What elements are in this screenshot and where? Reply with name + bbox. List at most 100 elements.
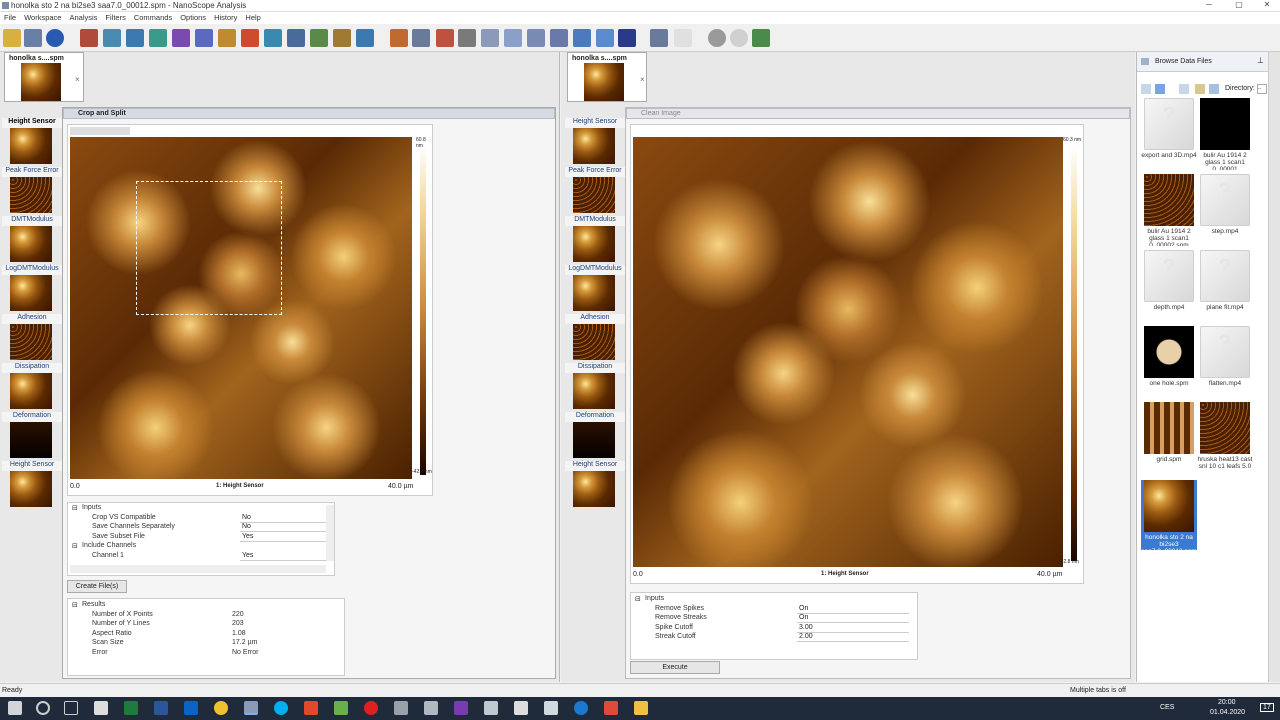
menu-file[interactable]: File <box>0 12 20 24</box>
image-mini-toolbar[interactable] <box>70 127 130 135</box>
save-icon[interactable] <box>24 29 42 47</box>
vertical-scrollbar[interactable] <box>326 505 334 561</box>
word-icon[interactable] <box>154 701 168 715</box>
rotate-icon[interactable] <box>596 29 614 47</box>
maximize-icon[interactable]: ▢ <box>1224 0 1254 12</box>
horizontal-scrollbar[interactable] <box>70 565 326 573</box>
menu-commands[interactable]: Commands <box>130 12 176 24</box>
expand-icon[interactable]: ⊟ <box>72 542 78 550</box>
task-view-icon[interactable] <box>64 701 78 715</box>
history-side-tab[interactable] <box>1268 52 1280 682</box>
input-value[interactable]: No <box>240 523 326 532</box>
grid-icon[interactable] <box>504 29 522 47</box>
plane-fit-icon[interactable] <box>103 29 121 47</box>
back-icon[interactable] <box>1141 84 1151 94</box>
app-icon[interactable] <box>424 701 438 715</box>
section-icon[interactable] <box>149 29 167 47</box>
acrobat-icon[interactable] <box>604 701 618 715</box>
menu-workspace[interactable]: Workspace <box>20 12 65 24</box>
directory-browse-button[interactable]: .. <box>1257 84 1267 94</box>
execute-button[interactable]: Execute <box>630 661 720 674</box>
file-item[interactable]: bulir Au 1914 2 glass 1 scan1 0_00001 <box>1197 98 1253 170</box>
zoom-icon[interactable] <box>390 29 408 47</box>
image-cube-icon[interactable] <box>80 29 98 47</box>
edge-icon[interactable] <box>574 701 588 715</box>
channel-thumb[interactable]: Peak Force Error <box>565 167 625 215</box>
channel-thumb[interactable]: Adhesion <box>565 314 625 362</box>
file-item[interactable]: depth.mp4 <box>1141 250 1197 311</box>
channel-thumb[interactable]: Height Sensor <box>2 461 62 509</box>
file-item-selected[interactable]: honolka sto 2 na bi2se3 saa7.0_00012.spm <box>1141 480 1197 550</box>
skype-icon[interactable] <box>274 701 288 715</box>
depth-icon[interactable] <box>264 29 282 47</box>
file-item[interactable]: one hole.spm <box>1141 326 1197 387</box>
crop-icon[interactable] <box>412 29 430 47</box>
clean-icon[interactable] <box>458 29 476 47</box>
close-tab-icon[interactable]: × <box>640 75 645 84</box>
help-icon[interactable] <box>46 29 64 47</box>
opera-icon[interactable] <box>364 701 378 715</box>
file-item[interactable]: grid.spm <box>1141 402 1197 463</box>
channel-thumb[interactable]: DMTModulus <box>2 216 62 264</box>
bearing-icon[interactable] <box>195 29 213 47</box>
app-icon[interactable] <box>544 701 558 715</box>
file-explorer-icon[interactable] <box>634 701 648 715</box>
onenote-icon[interactable] <box>454 701 468 715</box>
undo-icon[interactable] <box>708 29 726 47</box>
search-icon[interactable] <box>36 701 50 715</box>
close-icon[interactable]: ✕ <box>1252 0 1280 12</box>
calculator-icon[interactable] <box>514 701 528 715</box>
channel-thumb[interactable]: Adhesion <box>2 314 62 362</box>
excel-icon[interactable] <box>124 701 138 715</box>
channel-thumb[interactable]: Dissipation <box>565 363 625 411</box>
redo-icon[interactable] <box>730 29 748 47</box>
view-icon[interactable] <box>1155 84 1165 94</box>
sort-icon[interactable] <box>1179 84 1189 94</box>
minimize-icon[interactable]: ─ <box>1194 0 1224 12</box>
flatten-icon[interactable] <box>126 29 144 47</box>
channel-thumb[interactable]: Height Sensor <box>565 461 625 509</box>
input-value[interactable]: 3.00 <box>797 624 909 633</box>
erase-icon[interactable] <box>436 29 454 47</box>
pin-icon[interactable]: ⊥ <box>1257 56 1264 65</box>
open-folder-icon[interactable] <box>3 29 21 47</box>
channel-thumb[interactable]: Height Sensor <box>2 118 62 166</box>
fit-icon[interactable] <box>527 29 545 47</box>
history-icon[interactable] <box>752 29 770 47</box>
export-icon[interactable] <box>356 29 374 47</box>
invert-icon[interactable] <box>618 29 636 47</box>
menu-options[interactable]: Options <box>176 12 210 24</box>
particle-icon[interactable] <box>218 29 236 47</box>
notification-badge[interactable]: 17 <box>1260 703 1274 712</box>
layout-icon[interactable] <box>650 29 668 47</box>
app-icon[interactable] <box>484 701 498 715</box>
input-value[interactable]: On <box>797 614 909 623</box>
app-icon[interactable] <box>304 701 318 715</box>
crop-selection-box[interactable] <box>136 181 282 315</box>
filter-files-icon[interactable] <box>1195 84 1205 94</box>
chrome-icon[interactable] <box>214 701 228 715</box>
language-indicator[interactable]: CES <box>1160 704 1174 711</box>
file-item[interactable]: export and 3D.mp4 <box>1141 98 1197 159</box>
channel-thumb[interactable]: Deformation <box>2 412 62 460</box>
clock-time[interactable]: 20:00 <box>1218 699 1236 706</box>
menu-analysis[interactable]: Analysis <box>65 12 101 24</box>
channel-thumb[interactable]: Height Sensor <box>565 118 625 166</box>
lowpass-icon[interactable] <box>550 29 568 47</box>
close-tab-icon[interactable]: × <box>75 75 80 84</box>
clock-date[interactable]: 01.04.2020 <box>1210 709 1245 716</box>
file-item[interactable]: step.mp4 <box>1197 174 1253 235</box>
file-item[interactable]: plane fit.mp4 <box>1197 250 1253 311</box>
file-item[interactable]: flatten.mp4 <box>1197 326 1253 387</box>
input-value[interactable]: 2.00 <box>797 633 909 642</box>
channel-thumb[interactable]: Peak Force Error <box>2 167 62 215</box>
outlook-icon[interactable] <box>184 701 198 715</box>
input-value[interactable]: No <box>240 514 326 523</box>
app-icon[interactable] <box>334 701 348 715</box>
file-item[interactable]: bulir Au 1914 2 glass 1 scan1 0_00002.sp… <box>1141 174 1197 246</box>
app-icon[interactable] <box>394 701 408 715</box>
start-icon[interactable] <box>8 701 22 715</box>
nanoscope-icon[interactable] <box>244 701 258 715</box>
force-icon[interactable] <box>310 29 328 47</box>
expand-icon[interactable]: ⊟ <box>72 504 78 512</box>
